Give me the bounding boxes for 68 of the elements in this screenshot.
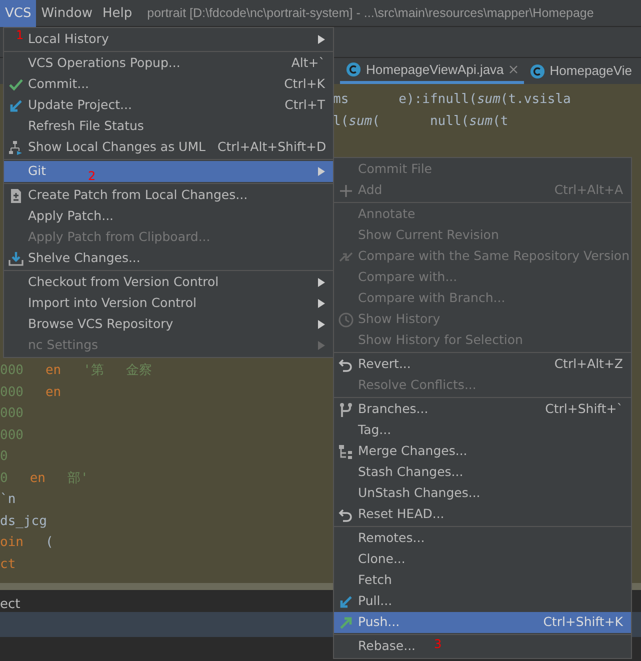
code-text: 金察 <box>126 362 152 380</box>
code-text: `n <box>0 491 16 509</box>
code-text: null(sum(t <box>430 112 508 130</box>
annotation-number: 1 <box>16 29 24 41</box>
code-text: 000 <box>0 384 24 402</box>
menu-item[interactable]: Reset HEAD... <box>334 504 631 525</box>
menu-item[interactable]: Refresh File Status <box>4 116 333 137</box>
menu-item[interactable]: Clone... <box>334 549 631 570</box>
code-text: 000 <box>0 405 24 423</box>
branch-icon <box>338 402 354 418</box>
document-icon <box>8 188 24 204</box>
file-tab[interactable]: HomepageVie <box>524 58 638 84</box>
clock-icon <box>338 312 354 328</box>
menu-item[interactable]: Show Local Changes as UML Ctrl+Alt+Shift+D <box>4 137 333 158</box>
menu-item[interactable]: Revert... Ctrl+Alt+Z <box>334 354 631 375</box>
menu-item[interactable]: Branches... Ctrl+Shift+` <box>334 399 631 420</box>
menu-item[interactable]: Commit... Ctrl+K <box>4 74 333 95</box>
diagram-icon <box>8 140 24 156</box>
code-text: en <box>45 362 62 380</box>
undo-icon <box>338 506 354 522</box>
code-text: e):ifnull(sum(t.vsisla <box>398 91 571 109</box>
menu-item[interactable]: Import into Version Control <box>4 293 333 314</box>
arrow-icon <box>338 594 354 610</box>
code-text: 0 <box>0 448 8 466</box>
code-text: ds_jcg <box>0 512 47 530</box>
undo-icon <box>338 356 354 372</box>
panel-text: ect <box>0 596 20 612</box>
plus-icon <box>338 182 354 198</box>
code-text: 0 <box>0 470 8 488</box>
code-text: en <box>45 384 62 402</box>
menu-item[interactable]: Checkout from Version Control <box>4 272 333 293</box>
code-text: oin <box>0 534 24 552</box>
menu-item[interactable]: Pull... <box>334 591 631 612</box>
annotation-number: 3 <box>434 638 442 650</box>
menu-item[interactable]: Fetch <box>334 570 631 591</box>
menu-item[interactable]: Create Patch from Local Changes... <box>4 185 333 206</box>
menu-item[interactable]: UnStash Changes... <box>334 483 631 504</box>
menu-item[interactable]: Merge Changes... <box>334 441 631 462</box>
window-title: portrait [D:\fdcode\nc\portrait-system] - ...\src\main\resources\mapper\Homepage <box>147 5 594 22</box>
code-text: 000 <box>0 426 24 444</box>
code-text: l(sum( <box>333 112 380 130</box>
menu-item[interactable]: Remotes... <box>334 528 631 549</box>
merge-icon <box>338 444 354 460</box>
arrow-icon <box>338 614 354 630</box>
menu-item[interactable]: Browse VCS Repository <box>4 314 333 335</box>
code-text: ( <box>45 534 54 552</box>
code-text: ct <box>0 556 16 574</box>
menu-item[interactable]: VCS Operations Popup... Alt+` <box>4 53 333 74</box>
menu-item[interactable]: Stash Changes... <box>334 462 631 483</box>
annotation-number: 2 <box>88 170 96 182</box>
check-icon <box>8 76 24 92</box>
menu-item[interactable]: Update Project... Ctrl+T <box>4 95 333 116</box>
menu-item[interactable]: Shelve Changes... <box>4 248 333 269</box>
code-text: '第 <box>83 362 104 380</box>
menu-item[interactable]: Push... Ctrl+Shift+K <box>334 612 631 633</box>
menu-bar-item[interactable]: Window <box>36 0 98 27</box>
shelve-icon <box>8 250 24 266</box>
menu-bar-item[interactable]: VCS <box>0 0 36 27</box>
arrow-icon <box>8 98 24 114</box>
menu-item[interactable]: Tag... <box>334 420 631 441</box>
code-text: 000 <box>0 362 24 380</box>
code-text: 部' <box>67 470 88 488</box>
menu-item[interactable]: Apply Patch... <box>4 206 333 227</box>
close-icon[interactable] <box>508 65 518 74</box>
menu-bar-item[interactable]: Help <box>98 0 138 27</box>
code-text: en <box>30 470 46 488</box>
class-icon <box>346 62 361 77</box>
class-icon <box>530 64 545 78</box>
